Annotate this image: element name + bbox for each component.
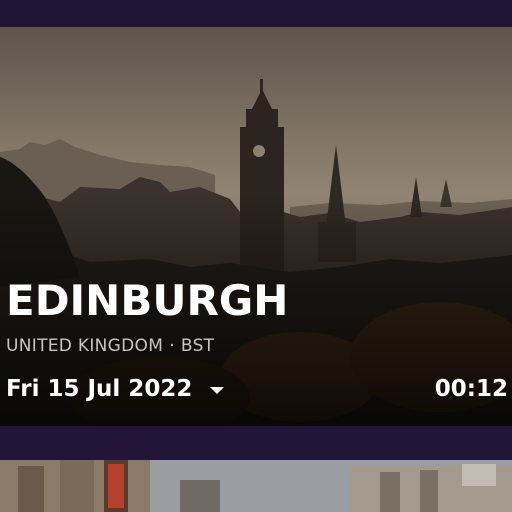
date-label: Fri 15 Jul 2022 bbox=[6, 376, 193, 402]
app-screen: EDINBURGH UNITED KINGDOM · BST Fri 15 Jul … bbox=[0, 0, 512, 512]
next-city-image bbox=[0, 460, 512, 512]
country-label: UNITED KINGDOM bbox=[6, 336, 164, 356]
date-selector[interactable]: Fri 15 Jul 2022 bbox=[6, 374, 225, 404]
location-subtitle: UNITED KINGDOM · BST bbox=[6, 335, 214, 357]
city-name: EDINBURGH bbox=[6, 276, 289, 325]
top-bar bbox=[0, 0, 512, 27]
separator-dot: · bbox=[169, 336, 175, 356]
timezone-label: BST bbox=[180, 336, 215, 356]
next-city-card[interactable] bbox=[0, 460, 512, 512]
card-spacer bbox=[0, 426, 512, 460]
caret-down-icon[interactable] bbox=[210, 387, 225, 394]
city-card-edinburgh[interactable]: EDINBURGH UNITED KINGDOM · BST Fri 15 Jul … bbox=[0, 27, 512, 426]
card-gradient-overlay bbox=[0, 27, 512, 426]
time-label: 00:12 bbox=[434, 376, 508, 402]
